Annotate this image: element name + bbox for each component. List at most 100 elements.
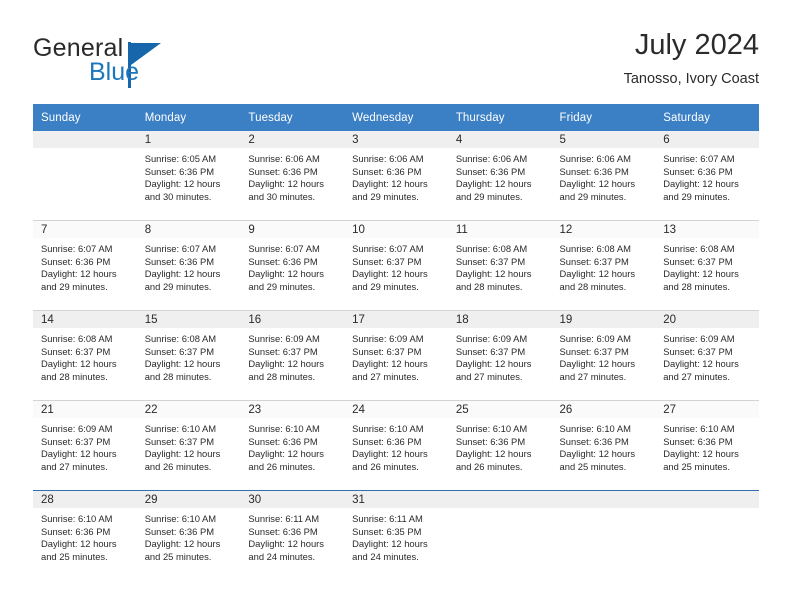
calendar-header: Sunday Monday Tuesday Wednesday Thursday… — [33, 104, 759, 131]
calendar-day-cell[interactable]: 31 Sunrise: 6:11 AM Sunset: 6:35 PM Dayligh… — [344, 491, 448, 581]
weekday-header-thursday: Thursday — [447, 104, 552, 131]
daylight-text-line2: and 29 minutes. — [352, 190, 419, 202]
daylight-text-line2: and 24 minutes. — [352, 550, 419, 562]
day-cell-details: Sunrise: 6:10 AM Sunset: 6:36 PM Daylight:… — [344, 418, 448, 473]
calendar-day-cell[interactable]: 19 Sunrise: 6:09 AM Sunset: 6:37 PM Dayligh… — [551, 311, 656, 400]
weekday-header-friday: Friday — [551, 104, 656, 131]
sunset-text: Sunset: 6:37 PM — [41, 435, 111, 447]
sunrise-text: Sunrise: 6:05 AM — [144, 153, 217, 164]
day-cell-inner: 26 Sunrise: 6:10 AM Sunset: 6:36 PM Dayligh… — [551, 401, 656, 490]
daylight-text-line1: Daylight: 12 hours — [455, 448, 532, 460]
calendar-day-cell[interactable]: 9 Sunrise: 6:07 AM Sunset: 6:36 PM Daylight… — [240, 221, 345, 310]
daylight-text-line1: Daylight: 12 hours — [352, 358, 428, 370]
daylight-text-line2: and 28 minutes. — [559, 280, 627, 292]
daylight-text-line1: Daylight: 12 hours — [41, 538, 117, 550]
calendar-day-cell[interactable]: 24 Sunrise: 6:10 AM Sunset: 6:36 PM Dayligh… — [344, 401, 448, 490]
calendar-day-cell[interactable]: 22 Sunrise: 6:10 AM Sunset: 6:37 PM Dayligh… — [136, 401, 241, 490]
calendar-day-cell[interactable]: 14 Sunrise: 6:08 AM Sunset: 6:37 PM Dayligh… — [33, 311, 137, 400]
day-cell-details: Sunrise: 6:10 AM Sunset: 6:36 PM Daylight:… — [137, 508, 241, 563]
day-number: 7 — [33, 221, 137, 238]
daylight-text-line1: Daylight: 12 hours — [559, 268, 636, 280]
day-number: 30 — [240, 491, 345, 509]
sunset-text: Sunset: 6:37 PM — [455, 345, 526, 357]
daylight-text-line1: Daylight: 12 hours — [455, 178, 532, 190]
daylight-text-line2: and 30 minutes. — [144, 190, 212, 202]
calendar-day-cell[interactable]: 13 Sunrise: 6:08 AM Sunset: 6:37 PM Dayligh… — [655, 221, 759, 310]
calendar-day-cell[interactable]: 17 Sunrise: 6:09 AM Sunset: 6:37 PM Dayligh… — [344, 311, 448, 400]
sunrise-text: Sunrise: 6:10 AM — [41, 513, 113, 525]
daylight-text-line1: Daylight: 12 hours — [352, 448, 428, 460]
calendar-day-cell[interactable]: 11 Sunrise: 6:08 AM Sunset: 6:37 PM Dayligh… — [447, 221, 552, 310]
day-cell-details: Sunrise: 6:07 AM Sunset: 6:37 PM Daylight:… — [344, 238, 448, 293]
calendar-day-cell[interactable]: 5 Sunrise: 6:06 AM Sunset: 6:36 PM Daylight… — [551, 131, 656, 220]
day-cell-details: Sunrise: 6:08 AM Sunset: 6:37 PM Daylight:… — [33, 328, 137, 383]
calendar-day-cell[interactable]: 3 Sunrise: 6:06 AM Sunset: 6:36 PM Daylight… — [344, 131, 448, 220]
day-number: 13 — [655, 221, 759, 238]
calendar-day-cell[interactable]: 8 Sunrise: 6:07 AM Sunset: 6:36 PM Daylight… — [136, 221, 241, 310]
calendar-day-cell[interactable]: 10 Sunrise: 6:07 AM Sunset: 6:37 PM Dayligh… — [344, 221, 448, 310]
sunrise-text: Sunrise: 6:10 AM — [455, 423, 528, 434]
day-number: 16 — [240, 311, 345, 328]
calendar-day-cell[interactable]: 2 Sunrise: 6:06 AM Sunset: 6:36 PM Daylight… — [240, 131, 345, 220]
calendar-day-cell[interactable]: 4 Sunrise: 6:06 AM Sunset: 6:36 PM Daylight… — [447, 131, 552, 220]
calendar-day-cell[interactable]: 20 Sunrise: 6:09 AM Sunset: 6:37 PM Dayligh… — [655, 311, 759, 400]
sunrise-text: Sunrise: 6:08 AM — [41, 333, 113, 344]
calendar-day-cell[interactable]: 12 Sunrise: 6:08 AM Sunset: 6:37 PM Dayligh… — [551, 221, 656, 310]
day-cell-details: Sunrise: 6:10 AM Sunset: 6:36 PM Daylight:… — [552, 418, 656, 473]
calendar-week-row: 7 Sunrise: 6:07 AM Sunset: 6:36 PM Daylight… — [33, 221, 759, 310]
calendar-day-cell[interactable] — [655, 491, 759, 581]
calendar-day-cell[interactable]: 21 Sunrise: 6:09 AM Sunset: 6:37 PM Dayligh… — [33, 401, 137, 490]
day-cell-details: Sunrise: 6:07 AM Sunset: 6:36 PM Daylight:… — [655, 148, 759, 203]
calendar-day-cell[interactable] — [551, 491, 656, 581]
calendar-day-cell[interactable]: 23 Sunrise: 6:10 AM Sunset: 6:36 PM Dayligh… — [240, 401, 345, 490]
daylight-text-line2: and 27 minutes. — [663, 370, 730, 382]
daylight-text-line2: and 28 minutes. — [663, 280, 730, 292]
day-cell-details: Sunrise: 6:09 AM Sunset: 6:37 PM Daylight:… — [33, 418, 137, 473]
page-header: General Blue July 2024 Tanosso, Ivory Co… — [33, 28, 759, 98]
calendar-day-cell[interactable]: 7 Sunrise: 6:07 AM Sunset: 6:36 PM Daylight… — [33, 221, 137, 310]
daylight-text-line2: and 26 minutes. — [144, 460, 212, 472]
day-cell-inner — [655, 491, 759, 581]
sunrise-text: Sunrise: 6:09 AM — [559, 333, 631, 344]
daylight-text-line1: Daylight: 12 hours — [663, 268, 739, 280]
calendar-day-cell[interactable]: 6 Sunrise: 6:07 AM Sunset: 6:36 PM Daylight… — [655, 131, 759, 220]
daylight-text-line1: Daylight: 12 hours — [352, 178, 428, 190]
calendar-week-row: 1 Sunrise: 6:05 AM Sunset: 6:36 PM Daylight… — [33, 131, 759, 220]
calendar-day-cell[interactable]: 18 Sunrise: 6:09 AM Sunset: 6:37 PM Dayligh… — [447, 311, 552, 400]
day-number: 25 — [447, 401, 552, 418]
day-cell-inner: 25 Sunrise: 6:10 AM Sunset: 6:36 PM Dayligh… — [447, 401, 552, 490]
calendar-day-cell[interactable] — [33, 131, 137, 220]
day-cell-inner: 21 Sunrise: 6:09 AM Sunset: 6:37 PM Dayligh… — [33, 401, 137, 490]
calendar-day-cell[interactable]: 30 Sunrise: 6:11 AM Sunset: 6:36 PM Dayligh… — [240, 491, 345, 581]
sunrise-text: Sunrise: 6:08 AM — [144, 333, 217, 344]
calendar-day-cell[interactable]: 16 Sunrise: 6:09 AM Sunset: 6:37 PM Dayligh… — [240, 311, 345, 400]
daylight-text-line1: Daylight: 12 hours — [248, 538, 324, 550]
calendar-day-cell[interactable]: 1 Sunrise: 6:05 AM Sunset: 6:36 PM Daylight… — [136, 131, 241, 220]
sunrise-text: Sunrise: 6:06 AM — [559, 153, 631, 164]
day-cell-inner: 31 Sunrise: 6:11 AM Sunset: 6:35 PM Dayligh… — [344, 491, 448, 581]
sunset-text: Sunset: 6:37 PM — [41, 345, 111, 357]
calendar-day-cell[interactable]: 27 Sunrise: 6:10 AM Sunset: 6:36 PM Dayligh… — [655, 401, 759, 490]
calendar-day-cell[interactable]: 25 Sunrise: 6:10 AM Sunset: 6:36 PM Dayligh… — [447, 401, 552, 490]
day-cell-inner: 16 Sunrise: 6:09 AM Sunset: 6:37 PM Dayligh… — [240, 311, 345, 400]
day-cell-inner — [551, 491, 656, 581]
daylight-text-line1: Daylight: 12 hours — [144, 268, 221, 280]
calendar-day-cell[interactable]: 29 Sunrise: 6:10 AM Sunset: 6:36 PM Dayligh… — [136, 491, 241, 581]
sunrise-text: Sunrise: 6:07 AM — [248, 243, 320, 254]
sunset-text: Sunset: 6:37 PM — [144, 435, 215, 447]
sunset-text: Sunset: 6:37 PM — [248, 345, 318, 357]
calendar-day-cell[interactable] — [447, 491, 552, 581]
daylight-text-line1: Daylight: 12 hours — [144, 448, 221, 460]
daylight-text-line2: and 28 minutes. — [41, 370, 108, 382]
day-cell-inner: 4 Sunrise: 6:06 AM Sunset: 6:36 PM Daylight… — [447, 131, 552, 220]
daylight-text-line2: and 29 minutes. — [248, 280, 316, 292]
day-cell-inner: 28 Sunrise: 6:10 AM Sunset: 6:36 PM Dayligh… — [33, 491, 137, 581]
calendar-day-cell[interactable]: 15 Sunrise: 6:08 AM Sunset: 6:37 PM Dayligh… — [136, 311, 241, 400]
sunrise-text: Sunrise: 6:06 AM — [455, 153, 528, 164]
calendar-day-cell[interactable]: 28 Sunrise: 6:10 AM Sunset: 6:36 PM Dayligh… — [33, 491, 137, 581]
daylight-text-line1: Daylight: 12 hours — [41, 358, 117, 370]
day-cell-details: Sunrise: 6:08 AM Sunset: 6:37 PM Daylight:… — [448, 238, 552, 293]
calendar-day-cell[interactable]: 26 Sunrise: 6:10 AM Sunset: 6:36 PM Dayligh… — [551, 401, 656, 490]
sunrise-text: Sunrise: 6:10 AM — [352, 423, 424, 434]
sunset-text: Sunset: 6:35 PM — [352, 525, 422, 537]
